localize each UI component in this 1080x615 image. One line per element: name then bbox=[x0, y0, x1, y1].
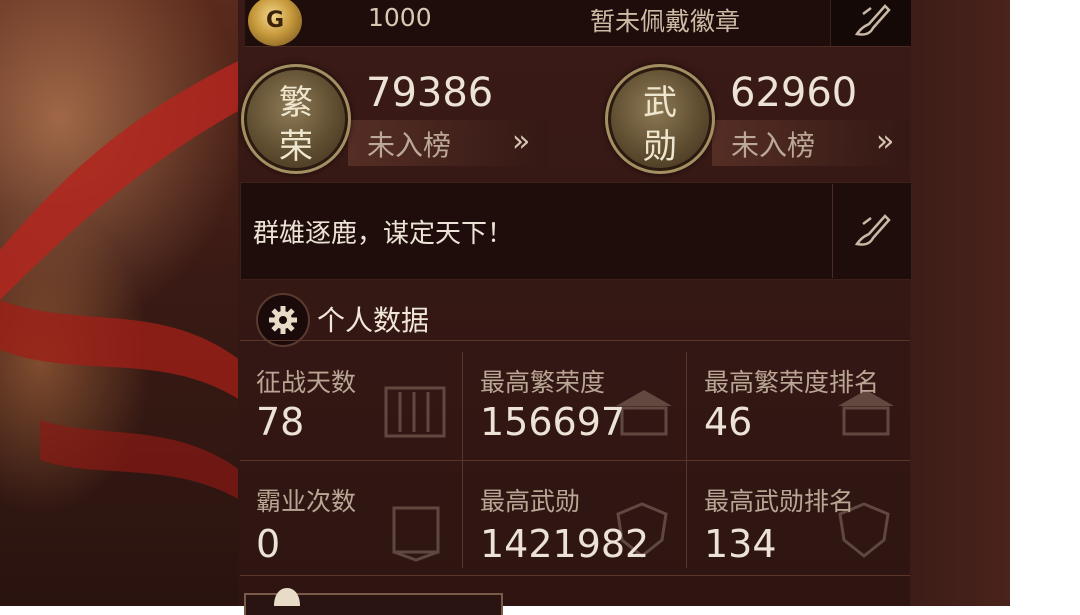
banner-decoration-icon bbox=[392, 506, 440, 562]
cell-value-max-merit-rank: 134 bbox=[704, 522, 777, 566]
motto-edit-button[interactable] bbox=[832, 184, 909, 278]
helmet-icon bbox=[274, 588, 300, 606]
prosperity-medal-char-1: 繁 bbox=[279, 83, 313, 123]
prosperity-medal: 繁 荣 bbox=[241, 64, 351, 174]
cell-label-max-prosperity-rank: 最高繁荣度排名 bbox=[704, 368, 880, 397]
badge-emblem-icon: G bbox=[248, 0, 302, 46]
grid-row-divider bbox=[240, 460, 910, 461]
merit-medal-char-2: 勋 bbox=[643, 127, 677, 167]
cell-value-hegemony-count: 0 bbox=[256, 522, 281, 566]
gear-icon bbox=[269, 306, 297, 334]
cell-value-campaign-days: 78 bbox=[256, 400, 305, 444]
merit-more-button[interactable]: » bbox=[876, 124, 894, 159]
badge-value: 1000 bbox=[368, 3, 432, 32]
badge-row bbox=[245, 0, 910, 47]
grid-bottom-divider bbox=[240, 575, 910, 576]
cell-label-max-merit: 最高武勋 bbox=[480, 487, 581, 516]
merit-value: 62960 bbox=[730, 70, 858, 116]
personal-data-title: 个人数据 bbox=[317, 304, 430, 337]
cell-label-hegemony-count: 霸业次数 bbox=[256, 487, 357, 516]
cell-value-max-prosperity-rank: 46 bbox=[704, 400, 753, 444]
prosperity-more-button[interactable]: » bbox=[512, 124, 530, 159]
grid-col-divider-1 bbox=[462, 352, 463, 568]
prosperity-value: 79386 bbox=[366, 70, 494, 116]
merit-medal: 武 勋 bbox=[605, 64, 715, 174]
bookshelf-decoration-icon bbox=[384, 386, 446, 438]
badge-emblem-glyph: G bbox=[265, 8, 285, 33]
cell-label-max-merit-rank: 最高武勋排名 bbox=[704, 487, 855, 516]
red-ribbon-decoration bbox=[0, 60, 240, 500]
badge-status: 暂未佩戴徽章 bbox=[590, 7, 741, 36]
prosperity-medal-char-2: 荣 bbox=[279, 127, 313, 167]
cell-value-max-merit: 1421982 bbox=[480, 522, 650, 566]
cell-label-campaign-days: 征战天数 bbox=[256, 368, 357, 397]
badge-edit-button[interactable] bbox=[830, 0, 911, 46]
motto-text: 群雄逐鹿，谋定天下！ bbox=[253, 219, 514, 249]
section-divider bbox=[240, 340, 910, 341]
prosperity-rank: 未入榜 bbox=[367, 129, 452, 162]
brush-icon bbox=[854, 4, 891, 36]
cell-label-max-prosperity: 最高繁荣度 bbox=[480, 368, 606, 397]
grid-col-divider-2 bbox=[686, 352, 687, 568]
merit-medal-char-1: 武 bbox=[643, 83, 677, 123]
background-right-edge bbox=[905, 0, 1010, 606]
cell-value-max-prosperity: 156697 bbox=[480, 400, 626, 444]
merit-rank: 未入榜 bbox=[731, 129, 816, 162]
personal-data-badge bbox=[256, 293, 310, 347]
brush-icon bbox=[854, 214, 891, 246]
